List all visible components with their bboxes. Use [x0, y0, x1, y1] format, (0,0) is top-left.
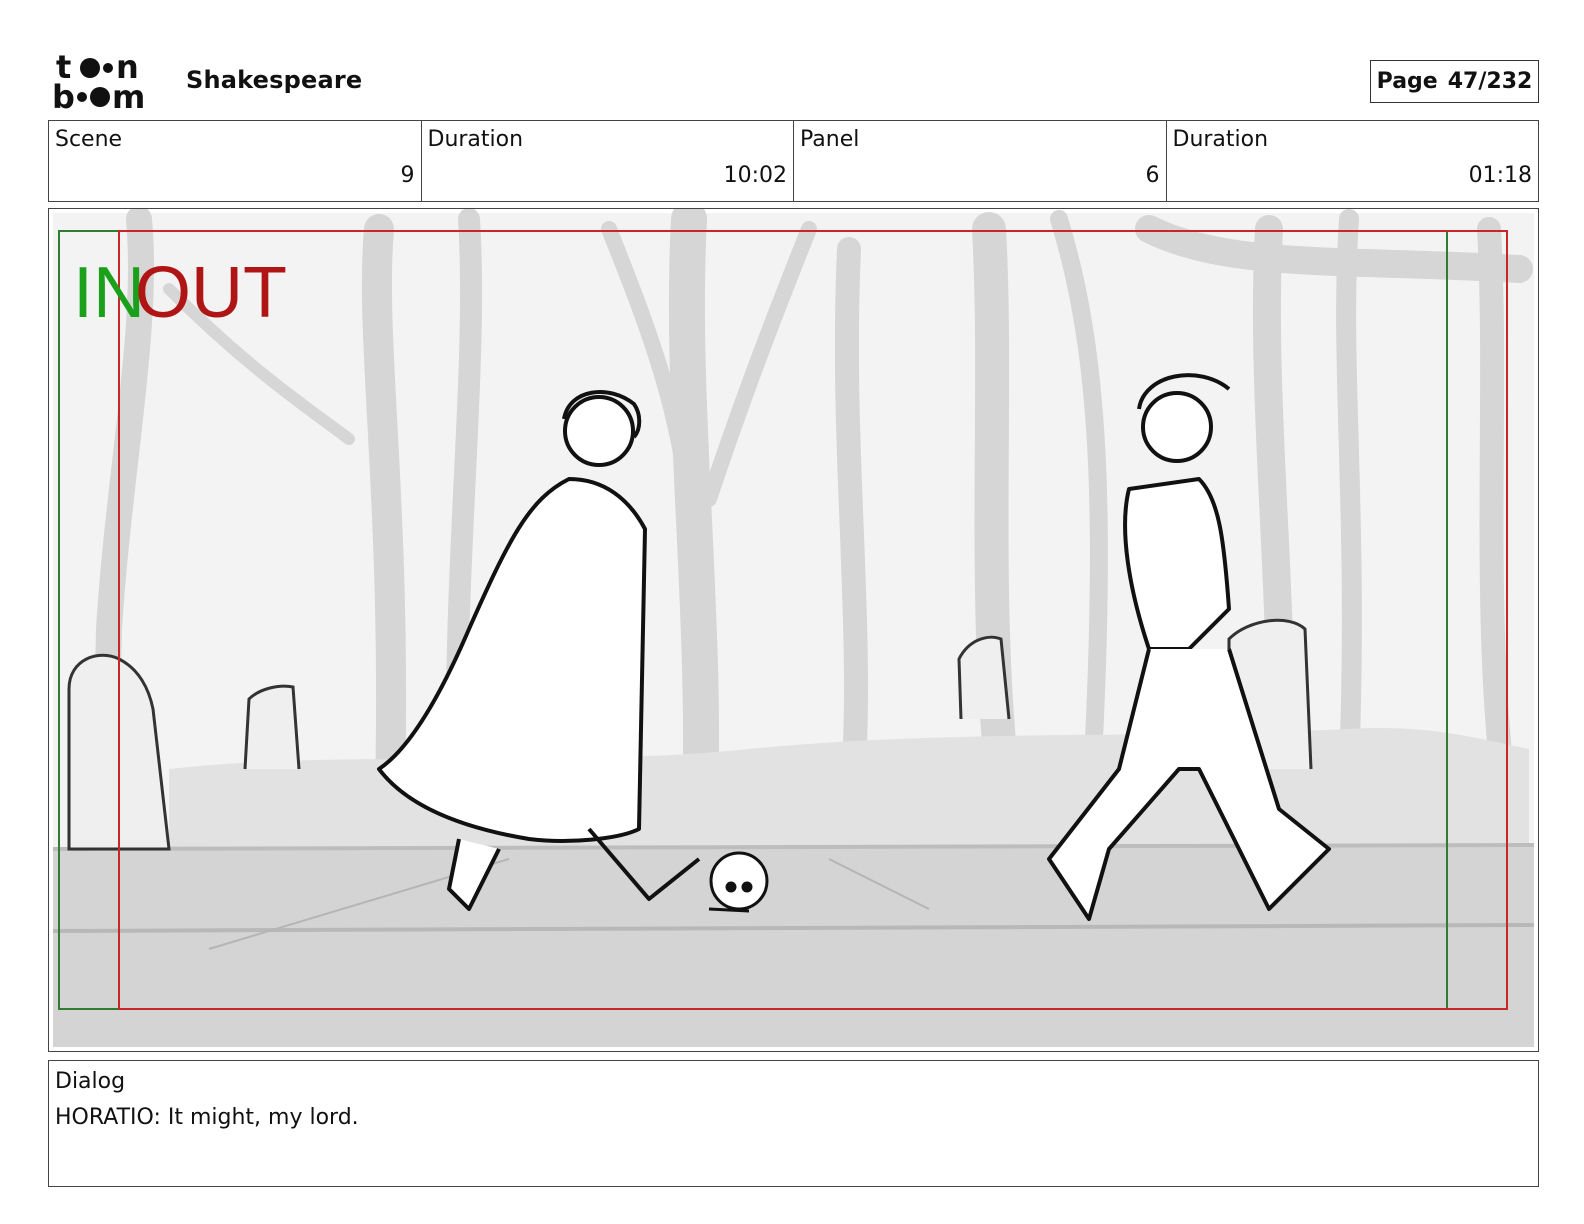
page-indicator: Page 47/232	[1370, 60, 1539, 103]
out-marker: OUT	[135, 253, 287, 333]
toon-boom-logo: t n b m	[52, 50, 145, 112]
storyboard-panel: IN OUT	[48, 208, 1539, 1052]
scene-cell: Scene 9	[49, 121, 422, 201]
dialog-text: HORATIO: It might, my lord.	[55, 1105, 359, 1130]
svg-text:m: m	[112, 78, 145, 112]
page-number: 47/232	[1447, 69, 1533, 94]
panel-duration-label: Duration	[1172, 127, 1269, 152]
scene-label: Scene	[55, 127, 123, 152]
scene-duration-cell: Duration 10:02	[422, 121, 794, 201]
storyboard-drawing: IN OUT	[52, 209, 1535, 1047]
dialog-section: Dialog HORATIO: It might, my lord.	[48, 1060, 1539, 1187]
panel-value: 6	[1145, 163, 1160, 188]
project-title: Shakespeare	[186, 66, 363, 94]
svg-text:b: b	[52, 78, 75, 112]
page-label: Page	[1376, 69, 1438, 94]
scene-value: 9	[400, 163, 415, 188]
dialog-label: Dialog	[55, 1069, 126, 1094]
scene-duration-label: Duration	[427, 127, 524, 152]
panel-duration-cell: Duration 01:18	[1167, 121, 1539, 201]
panel-info-row: Scene 9 Duration 10:02 Panel 6 Duration …	[48, 120, 1539, 202]
panel-label: Panel	[800, 127, 860, 152]
panel-cell: Panel 6	[794, 121, 1167, 201]
panel-duration-value: 01:18	[1468, 163, 1532, 188]
scene-duration-value: 10:02	[723, 163, 787, 188]
